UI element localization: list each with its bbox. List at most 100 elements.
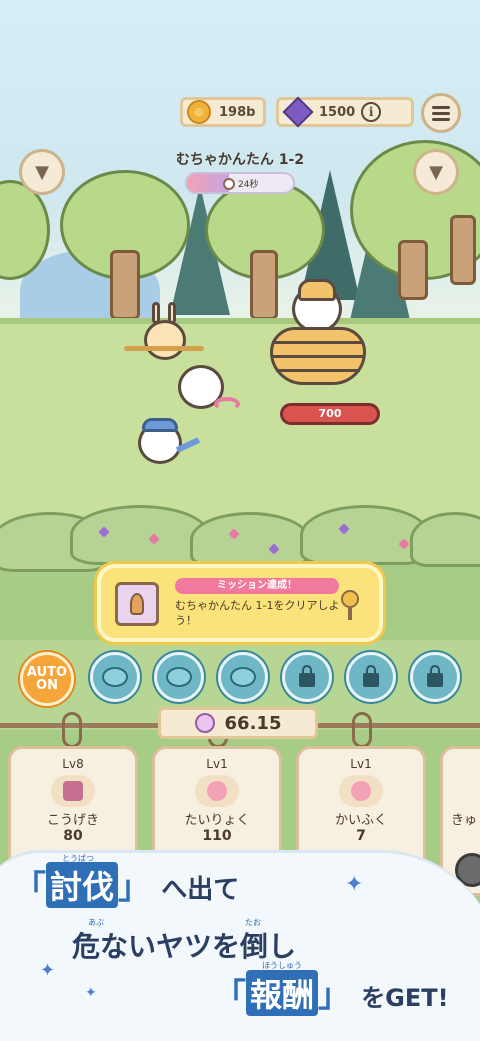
hamburger-icon-line <box>432 117 450 121</box>
gem-counter[interactable]: 1500 i <box>276 96 414 128</box>
game-scene: ◎ 198b 1500 i ▼ ▼ むちゃかんたん 1-2 24秒 700 ミッ… <box>0 0 480 1041</box>
character-face-icon <box>166 667 192 687</box>
rabbit-ear <box>152 302 160 324</box>
skill-slot-6[interactable] <box>410 652 460 702</box>
promo-line-1: 「討伐」 へ出て <box>14 862 239 908</box>
bush <box>410 512 480 567</box>
coin-counter[interactable]: ◎ 198b <box>180 97 266 127</box>
skill-slot-2[interactable] <box>154 652 204 702</box>
enemy-helmet <box>298 279 336 301</box>
hamburger-icon-line <box>432 111 450 115</box>
promo-line-3: 「報酬」 をGET! <box>214 970 449 1016</box>
hp-icon <box>195 775 239 807</box>
timer-icon <box>223 177 235 190</box>
left-dropdown-button[interactable]: ▼ <box>19 149 65 195</box>
cat-hood <box>142 418 178 432</box>
staff <box>124 346 204 351</box>
reward-icon <box>341 590 363 620</box>
coin-icon: ◎ <box>187 100 211 124</box>
skill-slot-4[interactable] <box>282 652 332 702</box>
rabbit-character <box>124 302 204 364</box>
hook <box>62 712 82 748</box>
promo-keyword: 報酬 <box>246 970 319 1016</box>
tree-trunk <box>110 250 140 320</box>
hamburger-icon <box>432 105 450 109</box>
mission-banner[interactable]: ミッション達成！ むちゃかんたん 1-1をクリアしよう！ <box>97 564 383 642</box>
stage-progress-bar: 24秒 <box>185 172 295 194</box>
grass-edge <box>0 318 480 324</box>
hp-icon-glyph <box>207 781 227 801</box>
promo-bracket: 」 <box>118 868 151 906</box>
card-name: きゅ <box>451 813 478 828</box>
reward-icon-head <box>341 590 359 608</box>
auto-toggle-button[interactable]: AUTO ON <box>20 652 74 706</box>
club-icon <box>130 593 144 615</box>
attack-icon <box>51 775 95 807</box>
heal-icon <box>339 775 383 807</box>
card-name: たいりょく <box>184 813 250 828</box>
power-value: 66.15 <box>224 712 282 734</box>
enemy-hp-bar: 700 <box>280 403 380 425</box>
reward-icon-stick <box>348 608 352 620</box>
lock-icon <box>363 665 379 687</box>
mission-tag: ミッション達成！ <box>175 578 339 594</box>
timer-label: 24秒 <box>238 180 259 190</box>
chevron-down-icon: ▼ <box>35 161 49 183</box>
skill-slot-5[interactable] <box>346 652 396 702</box>
promo-bracket: 「 <box>14 868 47 906</box>
sparkle-icon: ✦ <box>345 872 364 897</box>
info-icon[interactable]: i <box>361 102 382 122</box>
card-level: Lv1 <box>350 757 372 771</box>
promo-line-2: 危ないヤツを倒し <box>72 930 297 963</box>
card-value: 110 <box>202 828 232 844</box>
shell-stripe <box>276 369 360 372</box>
card-level: Lv1 <box>206 757 228 771</box>
promo-text: へ出て <box>161 875 240 905</box>
lock-icon <box>299 665 315 687</box>
coin-amount: 198b <box>219 104 256 120</box>
chevron-down-icon: ▼ <box>429 161 443 183</box>
right-dropdown-button[interactable]: ▼ <box>413 149 459 195</box>
power-icon <box>194 713 215 733</box>
promo-text: をGET! <box>361 984 449 1012</box>
shell-stripe <box>272 341 364 344</box>
card-value: 7 <box>356 828 366 844</box>
shell-stripe <box>272 355 364 358</box>
skill-slot-1[interactable] <box>90 652 140 702</box>
tree-trunk <box>450 215 476 285</box>
blue-cat-character <box>138 418 201 470</box>
character-face-icon <box>102 667 128 687</box>
pink-weapon <box>214 397 240 411</box>
hook <box>352 712 372 748</box>
stage-title: むちゃかんたん 1-2 <box>175 152 305 168</box>
power-display: 66.15 <box>158 707 318 739</box>
tree-trunk <box>398 240 428 300</box>
menu-button[interactable] <box>421 93 461 133</box>
attack-icon-glyph <box>63 781 83 801</box>
heal-icon-glyph <box>351 781 371 801</box>
card-name: こうげき <box>46 813 99 828</box>
card-value: 80 <box>63 828 83 844</box>
card-level: Lv8 <box>62 757 84 771</box>
stage-timer: 24秒 <box>223 177 258 190</box>
bush <box>190 512 310 567</box>
lock-icon <box>427 665 443 687</box>
rabbit-body <box>144 320 186 360</box>
gem-icon <box>282 96 314 128</box>
bush <box>70 505 210 565</box>
auto-state: ON <box>36 678 58 693</box>
mission-text: むちゃかんたん 1-1をクリアしよう！ <box>175 599 340 627</box>
white-character <box>178 365 240 417</box>
sparkle-icon: ✦ <box>40 960 56 981</box>
promo-bracket: 「 <box>214 976 247 1014</box>
skill-slot-3[interactable] <box>218 652 268 702</box>
card-name: かいふく <box>334 813 387 828</box>
gem-amount: 1500 <box>319 104 356 120</box>
mission-thumbnail <box>115 582 159 626</box>
promo-bracket: 」 <box>318 976 351 1014</box>
rabbit-ear <box>168 302 176 324</box>
sparkle-icon: ✦ <box>85 985 97 1001</box>
enemy-character <box>262 279 382 405</box>
promo-keyword: 討伐 <box>46 862 119 908</box>
character-face-icon <box>230 667 256 687</box>
